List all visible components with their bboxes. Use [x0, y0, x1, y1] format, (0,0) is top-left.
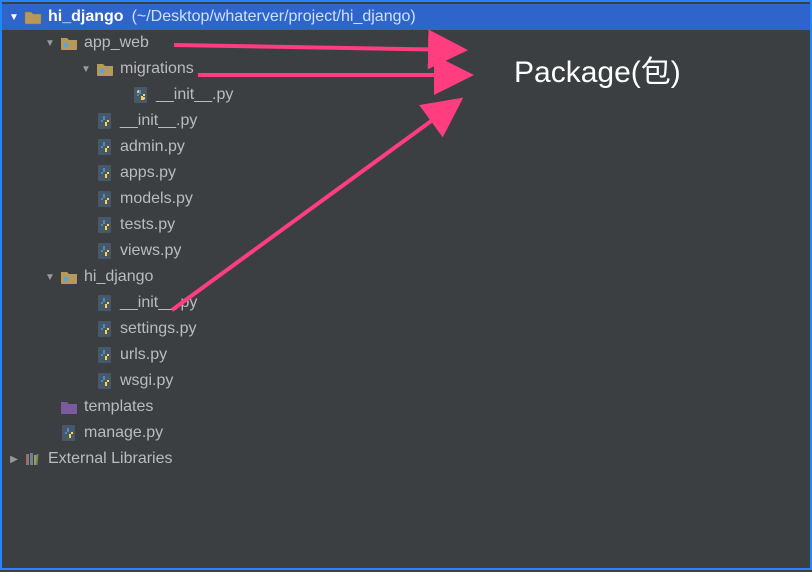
tree-item-file[interactable]: apps.py	[2, 160, 810, 186]
item-label: apps.py	[120, 164, 176, 182]
package-icon	[60, 34, 78, 52]
python-file-icon	[96, 294, 114, 312]
item-label: templates	[84, 398, 153, 416]
tree-item-migrations[interactable]: migrations	[2, 56, 810, 82]
tree-item-file[interactable]: wsgi.py	[2, 368, 810, 394]
python-file-icon	[96, 320, 114, 338]
chevron-down-icon[interactable]	[44, 271, 56, 283]
library-icon	[24, 450, 42, 468]
python-file-icon	[96, 346, 114, 364]
item-label: app_web	[84, 34, 149, 52]
tree-item-file[interactable]: models.py	[2, 186, 810, 212]
package-icon	[96, 60, 114, 78]
item-label: views.py	[120, 242, 181, 260]
tree-item-hi-django[interactable]: hi_django	[2, 264, 810, 290]
tree-item-file[interactable]: settings.py	[2, 316, 810, 342]
package-icon	[60, 268, 78, 286]
item-label: External Libraries	[48, 450, 173, 468]
item-label: models.py	[120, 190, 193, 208]
tree-item-file[interactable]: tests.py	[2, 212, 810, 238]
python-file-icon	[96, 190, 114, 208]
python-file-icon	[96, 164, 114, 182]
tree-item-file[interactable]: urls.py	[2, 342, 810, 368]
item-label: wsgi.py	[120, 372, 173, 390]
root-path: (~/Desktop/whaterver/project/hi_django)	[132, 8, 416, 26]
python-file-icon	[132, 86, 150, 104]
project-tree: hi_django (~/Desktop/whaterver/project/h…	[2, 2, 810, 472]
tree-item-external-libraries[interactable]: External Libraries	[2, 446, 810, 472]
folder-purple-icon	[60, 398, 78, 416]
tree-item-templates[interactable]: templates	[2, 394, 810, 420]
python-file-icon	[96, 372, 114, 390]
item-label: __init__.py	[156, 86, 233, 104]
item-label: __init__.py	[120, 112, 197, 130]
tree-item-file[interactable]: views.py	[2, 238, 810, 264]
tree-item-file[interactable]: __init__.py	[2, 108, 810, 134]
python-file-icon	[96, 112, 114, 130]
python-file-icon	[96, 242, 114, 260]
python-file-icon	[96, 138, 114, 156]
item-label: tests.py	[120, 216, 175, 234]
tree-root[interactable]: hi_django (~/Desktop/whaterver/project/h…	[2, 4, 810, 30]
tree-item-file[interactable]: admin.py	[2, 134, 810, 160]
item-label: migrations	[120, 60, 194, 78]
tree-item-file[interactable]: __init__.py	[2, 290, 810, 316]
tree-item-file[interactable]: __init__.py	[2, 82, 810, 108]
item-label: settings.py	[120, 320, 196, 338]
item-label: __init__.py	[120, 294, 197, 312]
item-label: admin.py	[120, 138, 185, 156]
folder-icon	[24, 8, 42, 26]
root-name: hi_django	[48, 8, 124, 26]
chevron-right-icon[interactable]	[8, 453, 20, 465]
chevron-down-icon[interactable]	[8, 11, 20, 23]
chevron-down-icon[interactable]	[80, 63, 92, 75]
annotation-label: Package(包)	[514, 47, 681, 91]
chevron-down-icon[interactable]	[44, 37, 56, 49]
item-label: urls.py	[120, 346, 167, 364]
python-file-icon	[96, 216, 114, 234]
item-label: manage.py	[84, 424, 163, 442]
tree-item-app-web[interactable]: app_web	[2, 30, 810, 56]
item-label: hi_django	[84, 268, 153, 286]
python-file-icon	[60, 424, 78, 442]
tree-item-file[interactable]: manage.py	[2, 420, 810, 446]
